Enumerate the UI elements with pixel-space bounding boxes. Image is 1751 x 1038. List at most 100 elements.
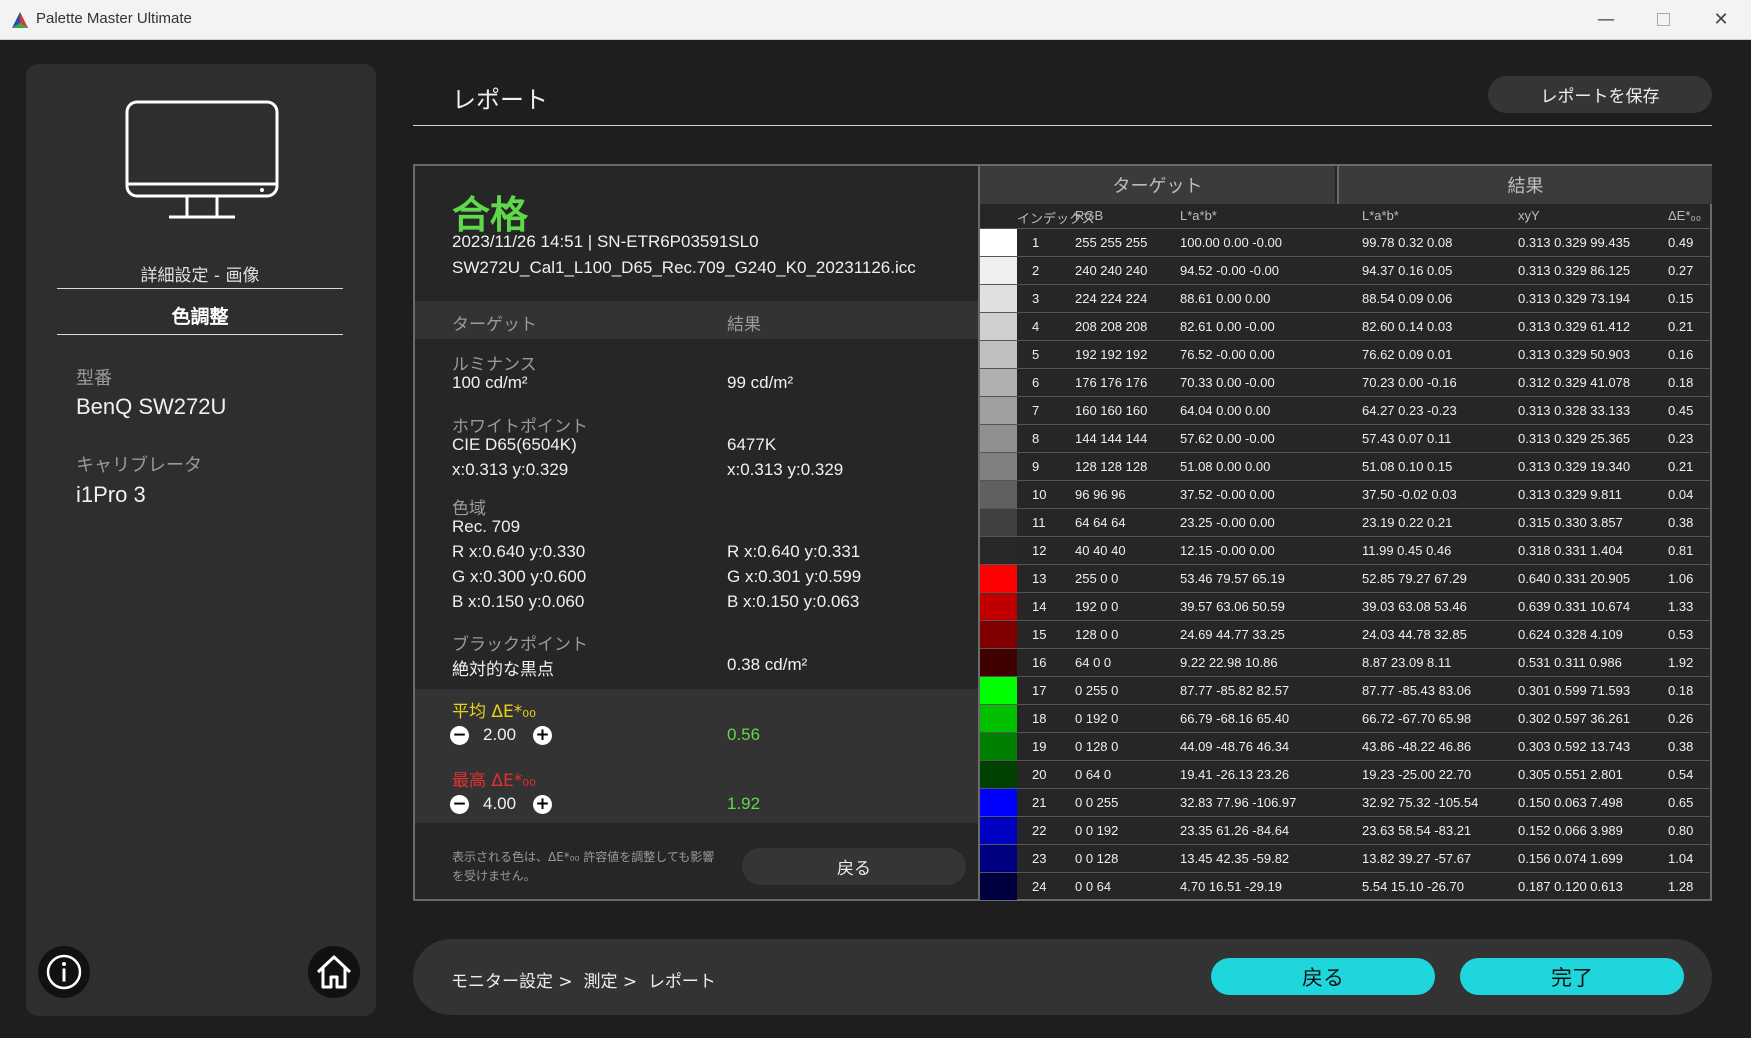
color-swatch xyxy=(980,705,1017,732)
done-button[interactable]: 完了 xyxy=(1460,958,1684,995)
cell-index: 10 xyxy=(1032,487,1047,502)
cell-xyy: 0.313 0.329 9.811 xyxy=(1518,487,1622,502)
close-icon[interactable]: ✕ xyxy=(1692,0,1750,39)
gamut-target: Rec. 709 xyxy=(452,517,521,536)
cell-xyy: 0.640 0.331 20.905 xyxy=(1518,571,1631,586)
table-row: 7 160 160 160 64.04 0.00 0.00 64.27 0.23 -0… xyxy=(980,396,1710,425)
cell-result-lab: 52.85 79.27 67.29 xyxy=(1362,571,1467,586)
maximize-icon[interactable] xyxy=(1634,0,1692,39)
minimize-icon[interactable]: — xyxy=(1577,0,1635,39)
cell-target-lab: 19.41 -26.13 23.26 xyxy=(1180,767,1290,782)
cell-xyy: 0.313 0.329 61.412 xyxy=(1518,319,1631,334)
sidebar-item-detail-settings[interactable]: 詳細設定 - 画像 xyxy=(57,261,343,286)
home-button[interactable] xyxy=(308,946,360,998)
cell-rgb: 40 40 40 xyxy=(1075,543,1126,558)
table-row: 17 0 255 0 87.77 -85.82 82.57 87.77 -85.43 … xyxy=(980,676,1710,705)
minus-icon[interactable]: − xyxy=(450,726,469,745)
color-swatch xyxy=(980,285,1017,312)
save-report-button[interactable]: レポートを保存 xyxy=(1488,76,1712,113)
cell-result-lab: 8.87 23.09 8.11 xyxy=(1362,655,1452,670)
color-swatch xyxy=(980,845,1017,872)
minus-icon[interactable]: − xyxy=(450,795,469,814)
cell-result-lab: 76.62 0.09 0.01 xyxy=(1362,347,1453,362)
profile-name: SW272U_Cal1_L100_D65_Rec.709_G240_K0_202… xyxy=(452,258,916,277)
cell-rgb: 224 224 224 xyxy=(1075,291,1148,306)
column-header-delta-e: ΔE*₀₀ xyxy=(1668,208,1702,223)
cell-index: 18 xyxy=(1032,711,1047,726)
cell-xyy: 0.312 0.329 41.078 xyxy=(1518,375,1631,390)
column-header-target-lab: L*a*b* xyxy=(1180,208,1217,223)
cell-delta-e: 1.06 xyxy=(1668,571,1694,586)
summary-panel: 合格 2023/11/26 14:51 | SN-ETR6P03591SL0 S… xyxy=(415,166,980,899)
table-row: 6 176 176 176 70.33 0.00 -0.00 70.23 0.00 -… xyxy=(980,368,1710,397)
cell-xyy: 0.313 0.329 73.194 xyxy=(1518,291,1631,306)
pass-status: 合格 xyxy=(452,193,529,237)
cell-delta-e: 0.16 xyxy=(1668,347,1694,362)
sidebar-item-color-adjustment[interactable]: 色調整 xyxy=(57,302,343,329)
panel-back-button[interactable]: 戻る xyxy=(742,848,966,885)
date-serial: 2023/11/26 14:51 | SN-ETR6P03591SL0 xyxy=(452,232,759,251)
model-label: 型番 xyxy=(76,368,112,389)
plus-icon[interactable]: + xyxy=(533,726,552,745)
color-swatch xyxy=(980,369,1017,396)
measurement-table: ターゲット 結果 インデックス RGB L*a*b* L*a*b* xyY ΔE… xyxy=(980,166,1712,900)
sidebar-divider xyxy=(57,288,343,289)
cell-delta-e: 0.49 xyxy=(1668,235,1694,250)
cell-xyy: 0.302 0.597 36.261 xyxy=(1518,711,1631,726)
color-swatch xyxy=(980,565,1017,592)
cell-delta-e: 0.27 xyxy=(1668,263,1694,278)
plus-icon[interactable]: + xyxy=(533,795,552,814)
cell-rgb: 128 128 128 xyxy=(1075,459,1148,474)
cell-target-lab: 23.25 -0.00 0.00 xyxy=(1180,515,1275,530)
breadcrumb: モニター設定 > 測定 > レポート xyxy=(451,967,716,992)
color-swatch xyxy=(980,453,1017,480)
average-delta-e-result: 0.56 xyxy=(727,725,761,744)
cell-index: 21 xyxy=(1032,795,1047,810)
cell-index: 6 xyxy=(1032,375,1040,390)
column-header-xyy: xyY xyxy=(1518,208,1540,223)
color-swatch xyxy=(980,873,1017,900)
cell-xyy: 0.305 0.551 2.801 xyxy=(1518,767,1623,782)
delta-e-section: 平均 ΔE*₀₀ − 2.00 + 0.56 最高 ΔE*₀₀ − 4.00 +… xyxy=(415,689,978,823)
cell-index: 15 xyxy=(1032,627,1047,642)
tolerance-note: 表示される色は、ΔE*₀₀ 許容値を調整しても影響を受けません。 xyxy=(452,850,715,883)
cell-result-lab: 66.72 -67.70 65.98 xyxy=(1362,711,1472,726)
cell-index: 9 xyxy=(1032,459,1040,474)
luminance-target: 100 cd/m² xyxy=(452,373,528,392)
color-swatch xyxy=(980,257,1017,284)
cell-index: 13 xyxy=(1032,571,1047,586)
info-button[interactable] xyxy=(38,946,90,998)
cell-target-lab: 87.77 -85.82 82.57 xyxy=(1180,683,1290,698)
cell-target-lab: 100.00 0.00 -0.00 xyxy=(1180,235,1282,250)
cell-result-lab: 43.86 -48.22 46.86 xyxy=(1362,739,1472,754)
cell-result-lab: 64.27 0.23 -0.23 xyxy=(1362,403,1457,418)
result-column-header: 結果 xyxy=(727,315,761,335)
cell-delta-e: 1.33 xyxy=(1668,599,1694,614)
cell-result-lab: 24.03 44.78 32.85 xyxy=(1362,627,1467,642)
back-button[interactable]: 戻る xyxy=(1211,958,1435,995)
cell-delta-e: 0.26 xyxy=(1668,711,1694,726)
breadcrumb-measurement[interactable]: 測定 > xyxy=(583,972,637,992)
cell-rgb: 0 64 0 xyxy=(1075,767,1112,782)
gamut-target-g: G x:0.300 y:0.600 xyxy=(452,567,587,586)
cell-result-lab: 88.54 0.09 0.06 xyxy=(1362,291,1453,306)
summary-header: ターゲット 結果 xyxy=(415,301,978,339)
cell-result-lab: 23.19 0.22 0.21 xyxy=(1362,515,1453,530)
sidebar: 詳細設定 - 画像 色調整 型番 BenQ SW272U キャリブレータ i1P… xyxy=(26,64,376,1016)
cell-delta-e: 0.18 xyxy=(1668,683,1694,698)
cell-target-lab: 88.61 0.00 0.00 xyxy=(1180,291,1271,306)
gamut-result-r: R x:0.640 y:0.331 xyxy=(727,542,861,561)
cell-xyy: 0.303 0.592 13.743 xyxy=(1518,739,1631,754)
cell-index: 3 xyxy=(1032,291,1040,306)
color-swatch xyxy=(980,733,1017,760)
cell-result-lab: 94.37 0.16 0.05 xyxy=(1362,263,1453,278)
cell-rgb: 0 255 0 xyxy=(1075,683,1119,698)
cell-result-lab: 37.50 -0.02 0.03 xyxy=(1362,487,1457,502)
cell-target-lab: 53.46 79.57 65.19 xyxy=(1180,571,1285,586)
cell-index: 11 xyxy=(1032,515,1046,530)
cell-rgb: 0 0 64 xyxy=(1075,879,1112,894)
cell-xyy: 0.313 0.329 50.903 xyxy=(1518,347,1631,362)
breadcrumb-monitor-settings[interactable]: モニター設定 > xyxy=(451,972,573,992)
table-row: 20 0 64 0 19.41 -26.13 23.26 19.23 -25.00 2… xyxy=(980,760,1710,789)
breadcrumb-report: レポート xyxy=(647,972,716,992)
